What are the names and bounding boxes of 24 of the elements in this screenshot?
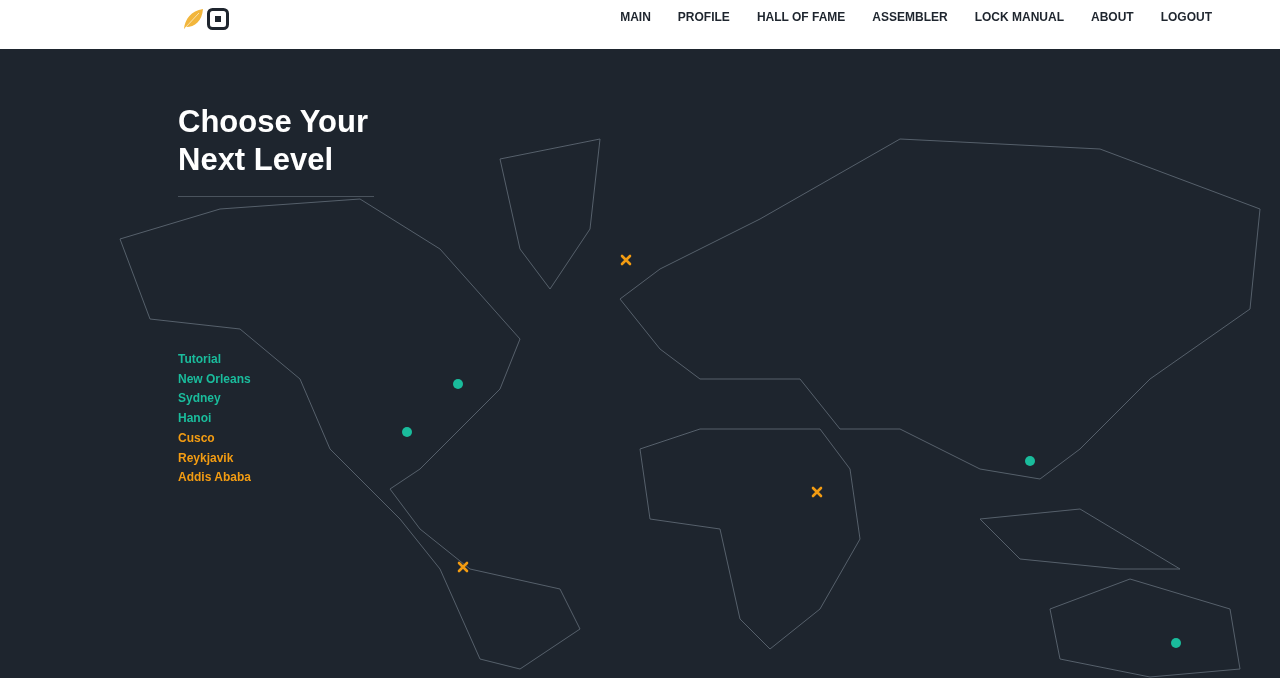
- level-link[interactable]: Sydney: [178, 391, 221, 406]
- map-dot-marker[interactable]: [1025, 456, 1036, 466]
- level-link[interactable]: New Orleans: [178, 371, 251, 386]
- page-heading: Choose Your Next Level: [178, 103, 370, 179]
- nav-link[interactable]: MAIN: [620, 9, 651, 24]
- map-dot-marker[interactable]: [1171, 637, 1182, 648]
- map-dot-marker[interactable]: [453, 378, 464, 389]
- level-link[interactable]: Reykjavik: [178, 450, 234, 465]
- level-link[interactable]: Hanoi: [178, 411, 212, 426]
- nav-link[interactable]: ABOUT: [1091, 9, 1134, 24]
- map-dot-marker[interactable]: [402, 427, 413, 438]
- nav-link[interactable]: HALL OF FAME: [756, 9, 846, 24]
- nav-link[interactable]: LOCK MANUAL: [974, 9, 1064, 24]
- map-cross-marker[interactable]: [457, 560, 470, 573]
- nav-link[interactable]: PROFILE: [677, 9, 730, 24]
- level-link[interactable]: Cusco: [178, 430, 215, 445]
- map-cross-marker[interactable]: [619, 253, 632, 266]
- level-link[interactable]: Addis Ababa: [178, 470, 251, 485]
- leaf-icon: [181, 6, 205, 31]
- nav-link[interactable]: ASSEMBLER: [872, 9, 948, 24]
- square-logo-icon: [207, 7, 229, 30]
- nav-link[interactable]: LOGOUT: [1160, 9, 1212, 24]
- map-cross-marker[interactable]: [810, 485, 823, 498]
- level-link[interactable]: Tutorial: [178, 352, 222, 366]
